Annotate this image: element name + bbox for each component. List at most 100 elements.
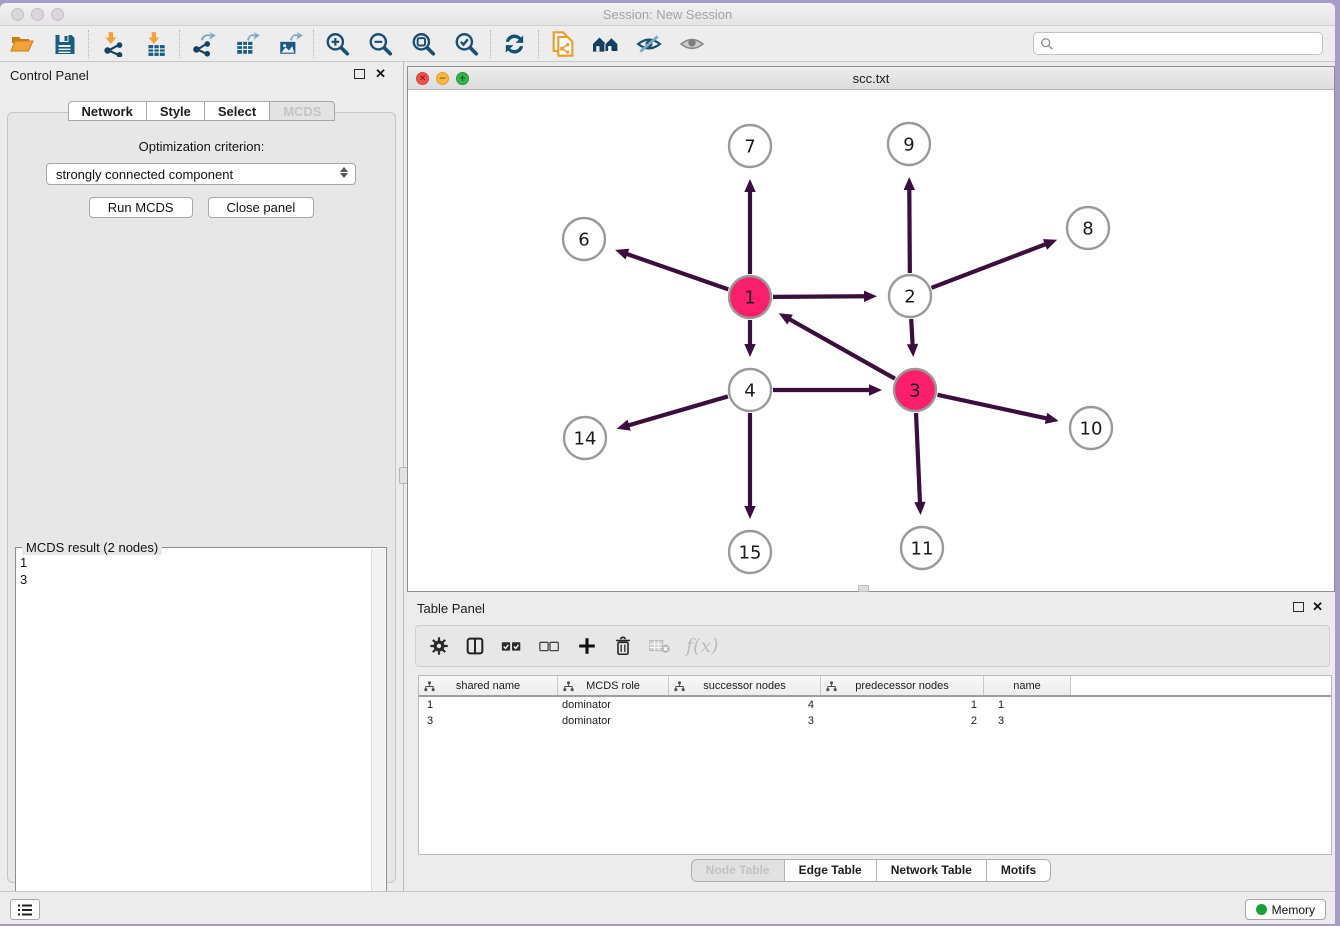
export-image-button[interactable] (268, 29, 311, 59)
show-view-button[interactable] (670, 29, 713, 59)
import-table-button[interactable] (134, 29, 177, 59)
search-input[interactable] (1054, 37, 1322, 51)
tab-edge-table[interactable]: Edge Table (785, 860, 877, 881)
table-settings-button[interactable] (428, 631, 450, 661)
cell-name[interactable]: 1 (984, 697, 1071, 713)
zoom-in-button[interactable] (316, 29, 359, 59)
clone-network-button[interactable] (541, 29, 584, 59)
gear-icon (428, 635, 450, 657)
zoom-out-button[interactable] (359, 29, 402, 59)
table-panel-header: Table Panel ✕ (407, 595, 1335, 621)
export-network-icon (190, 31, 218, 57)
network-view-window: ✕ − + scc.txt 7968124314101511 (407, 66, 1335, 592)
table-header-row: shared name MCDS role successor nodes pr… (419, 676, 1331, 697)
zoom-fit-button[interactable] (402, 29, 445, 59)
save-session-button[interactable] (43, 29, 86, 59)
edge-2-9[interactable] (909, 188, 910, 273)
edge-3-11[interactable] (916, 413, 920, 504)
cell-successor-nodes[interactable]: 4 (669, 697, 821, 713)
column-header-successor-nodes[interactable]: successor nodes (669, 676, 821, 695)
export-table-button[interactable] (225, 29, 268, 59)
control-panel: Control Panel ✕ Network Style Select MCD… (0, 62, 403, 891)
export-table-icon (233, 31, 261, 57)
close-panel-icon[interactable]: ✕ (375, 66, 386, 82)
toolbar-separator (88, 30, 89, 58)
zoom-selected-button[interactable] (445, 29, 488, 59)
import-network-button[interactable] (91, 29, 134, 59)
toolbar-separator (313, 30, 314, 58)
node-label-2: 2 (904, 286, 915, 307)
tab-style[interactable]: Style (146, 101, 204, 121)
edge-3-10[interactable] (937, 395, 1048, 419)
mcds-result-title: MCDS result (2 nodes) (22, 540, 162, 555)
column-header-predecessor-nodes[interactable]: predecessor nodes (821, 676, 984, 695)
tab-select[interactable]: Select (204, 101, 269, 121)
edge-1-2[interactable] (773, 296, 866, 297)
close-table-panel-icon[interactable]: ✕ (1312, 599, 1323, 615)
edge-2-3[interactable] (911, 319, 912, 346)
arrowhead-icon (869, 384, 882, 395)
cell-mcds-role[interactable]: dominator (558, 697, 669, 713)
float-table-panel-icon[interactable] (1293, 602, 1304, 612)
table-panel: Table Panel ✕ (407, 595, 1335, 889)
column-header-name[interactable]: name (984, 676, 1071, 695)
column-header-shared-name[interactable]: shared name (419, 676, 558, 695)
control-panel-header: Control Panel ✕ (0, 62, 403, 88)
edge-4-14[interactable] (627, 396, 728, 425)
cell-predecessor-nodes[interactable]: 2 (821, 713, 984, 729)
column-header-mcds-role[interactable]: MCDS role (558, 676, 669, 695)
eye-icon (678, 31, 706, 57)
cell-predecessor-nodes[interactable]: 1 (821, 697, 984, 713)
mcds-result-group: MCDS result (2 nodes) 1 3 (15, 547, 387, 922)
tab-motifs[interactable]: Motifs (987, 860, 1050, 881)
select-all-button[interactable] (500, 631, 524, 661)
tab-node-table[interactable]: Node Table (692, 860, 785, 881)
import-network-icon (99, 31, 127, 57)
hide-view-button[interactable] (627, 29, 670, 59)
edge-3-1[interactable] (788, 319, 895, 379)
mcds-result-list: 1 3 (20, 554, 27, 588)
node-table[interactable]: shared name MCDS role successor nodes pr… (418, 675, 1332, 855)
export-network-button[interactable] (182, 29, 225, 59)
search-box[interactable] (1033, 32, 1323, 55)
cell-shared-name[interactable]: 1 (419, 697, 558, 713)
horizontal-splitter-handle[interactable] (858, 585, 869, 592)
cell-successor-nodes[interactable]: 3 (669, 713, 821, 729)
tab-network-table[interactable]: Network Table (877, 860, 987, 881)
arrowhead-icon (907, 344, 918, 357)
deselect-all-button[interactable] (538, 631, 562, 661)
table-row[interactable]: 1 dominator 4 1 1 (419, 697, 1331, 713)
node-label-15: 15 (739, 542, 762, 563)
memory-label: Memory (1272, 903, 1315, 917)
refresh-button[interactable] (493, 29, 536, 59)
tab-mcds[interactable]: MCDS (269, 101, 335, 121)
add-row-button[interactable] (576, 631, 598, 661)
run-mcds-button[interactable]: Run MCDS (89, 197, 193, 218)
network-graph[interactable]: 7968124314101511 (408, 90, 1334, 591)
result-scrollbar[interactable] (371, 549, 385, 920)
tab-network[interactable]: Network (68, 101, 146, 121)
split-view-button[interactable] (464, 631, 486, 661)
criterion-value: strongly connected component (56, 167, 233, 182)
edge-1-6[interactable] (626, 254, 729, 290)
close-panel-button[interactable]: Close panel (208, 197, 315, 218)
cell-name[interactable]: 3 (984, 713, 1071, 729)
task-history-button[interactable] (10, 899, 40, 920)
neighbors-button[interactable] (584, 29, 627, 59)
zoom-out-icon (367, 31, 394, 57)
arrowhead-icon (615, 249, 629, 260)
float-panel-icon[interactable] (354, 69, 365, 79)
memory-button[interactable]: Memory (1245, 899, 1326, 920)
cell-mcds-role[interactable]: dominator (558, 713, 669, 729)
table-row[interactable]: 3 dominator 3 2 3 (419, 713, 1331, 729)
open-session-button[interactable] (0, 29, 43, 59)
edge-2-8[interactable] (931, 244, 1046, 288)
cell-shared-name[interactable]: 3 (419, 713, 558, 729)
control-panel-tabs: Network Style Select MCDS (0, 101, 403, 121)
criterion-select[interactable]: strongly connected component (46, 163, 356, 185)
table-panel-tabs: Node Table Edge Table Network Table Moti… (407, 859, 1335, 882)
window-title: Session: New Session (0, 7, 1335, 22)
arrowhead-icon (1045, 413, 1059, 424)
hierarchy-icon (674, 681, 685, 692)
delete-row-button[interactable] (612, 631, 634, 661)
